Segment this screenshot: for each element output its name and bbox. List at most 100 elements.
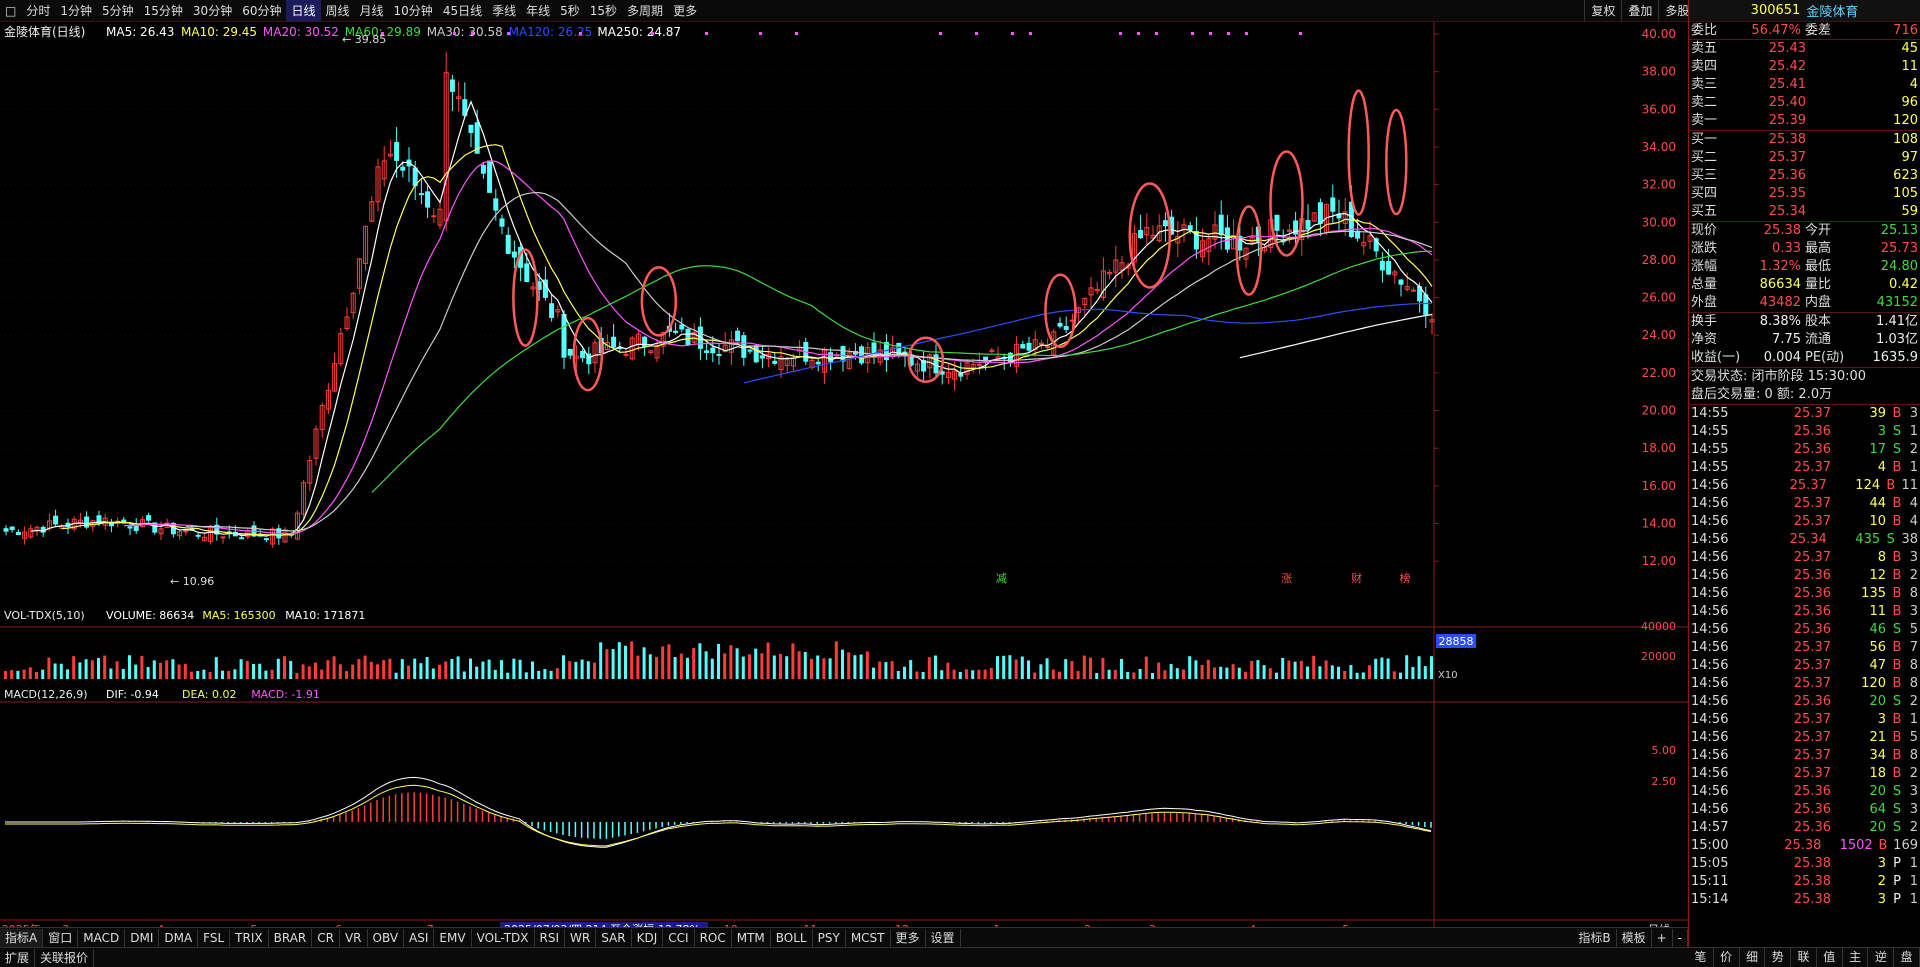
period-tab[interactable]: 更多 [668,0,702,21]
event-marker[interactable]: 榜 [1400,571,1411,585]
kline-chart[interactable]: 40.00 38.00 36.00 34.00 32.00 30.00 28.00 26.00… [0,22,1688,946]
indicator-tab[interactable]: VOL-TDX [472,928,535,947]
indicator-tab[interactable]: MACD [78,928,126,947]
tick-list[interactable]: 14:55 25.37 39 B 3 14:55 25.36 3 S 1 14:55 25.36 17 S… [1689,405,1920,909]
period-tab[interactable]: 月线 [355,0,389,21]
quote-tab[interactable]: 价 [1714,948,1740,967]
indicator-tab[interactable]: FSL [198,928,231,947]
period-tab[interactable]: 5分钟 [97,0,139,21]
indicator-tab[interactable]: KDJ [632,928,664,947]
tick-count: 8 [1909,658,1918,673]
indicator-tab[interactable]: BRAR [269,928,313,947]
quote-tab[interactable]: 主 [1843,948,1869,967]
indicator-tab[interactable]: DMI [125,928,160,947]
indicator-tab[interactable]: DMA [159,928,199,947]
indicator-tab[interactable]: RSI [535,928,566,947]
tick-price: 25.37 [1793,496,1831,511]
indicator-tab[interactable]: SAR [596,928,632,947]
tick-row: 14:56 25.36 20 S 3 [1689,783,1920,801]
tick-side: B [1892,604,1902,619]
volume-bar [1120,658,1123,679]
tick-price: 25.37 [1793,514,1831,529]
period-tab[interactable]: 30分钟 [188,0,237,21]
indicator-tab[interactable]: EMV [434,928,472,947]
toolbar-button[interactable]: 叠加 [1621,0,1658,21]
quote-tab[interactable]: 值 [1817,948,1843,967]
candle-body [685,328,691,346]
tick-side: P [1893,892,1901,907]
period-tab[interactable]: 多周期 [622,0,668,21]
indicator-tab[interactable]: 更多 [891,928,926,947]
candle-body [431,215,437,218]
tick-row: 14:56 25.37 34 B 8 [1689,747,1920,765]
period-tab[interactable]: 周线 [321,0,355,21]
indicator-tab-right[interactable]: 模板 [1617,928,1652,947]
event-marker[interactable]: 减 [996,572,1007,585]
indicator-tab[interactable]: CR [312,928,340,947]
quote-tab[interactable]: 联 [1791,948,1817,967]
candle-body [499,218,505,227]
period-tab[interactable]: 1分钟 [55,0,97,21]
stat-value: 0.42 [1889,277,1918,292]
indicator-tab-right[interactable]: - [1673,928,1688,947]
indicator-tab[interactable]: VR [340,928,368,947]
volume-bar [1169,664,1173,679]
indicator-tab[interactable]: ROC [695,928,732,947]
event-marker[interactable]: 财 [1351,571,1362,585]
period-tab[interactable]: 45日线 [438,0,487,21]
indicator-tab[interactable]: BOLL [771,928,813,947]
volume-bar [196,671,200,679]
indicator-tab[interactable]: ASI [404,928,435,947]
indicator-tab-right[interactable]: + [1652,928,1673,947]
volume-bar [791,643,795,679]
extension-tab[interactable]: 扩展 [0,948,36,967]
indicator-tab[interactable]: PSY [813,928,846,947]
indicator-tab-right[interactable]: 指标B [1573,928,1617,947]
tick-row: 14:56 25.36 20 S 2 [1689,693,1920,711]
period-tab[interactable]: 10分钟 [389,0,438,21]
chart-title: 金陵体育(日线) [4,24,85,39]
volume-bar [345,671,348,679]
candle-body [53,515,59,525]
tick-price: 25.36 [1793,568,1831,583]
volume-bar [84,659,88,679]
tick-volume: 435 [1855,532,1881,547]
indicator-tab[interactable]: MTM [732,928,771,947]
period-tab[interactable]: 5秒 [555,0,585,21]
period-tab[interactable]: 季线 [487,0,521,21]
tick-time: 14:56 [1691,550,1729,565]
volume-bar [717,644,720,679]
indicator-tab[interactable]: OBV [368,928,405,947]
volume-bar [462,671,466,679]
indicator-tab[interactable]: 窗口 [43,928,79,947]
volume-bar [977,669,981,679]
volume-bar [1051,669,1055,679]
volume-bar [134,664,138,679]
period-tab[interactable]: 分时 [21,0,55,21]
menu-icon[interactable]: □ [0,0,21,21]
event-marker[interactable]: 涨 [1281,572,1292,585]
period-tab[interactable]: 60分钟 [237,0,286,21]
quote-tab[interactable]: 笔 [1688,948,1714,967]
stat-label: 涨跌 [1691,241,1718,256]
quote-tab[interactable]: 势 [1765,948,1792,967]
tick-volume: 10 [1869,514,1886,529]
indicator-tab[interactable]: WR [565,928,597,947]
toolbar-button[interactable]: 复权 [1584,0,1621,21]
indicator-tab[interactable]: CCI [663,928,695,947]
extension-tab[interactable]: 关联报价 [35,948,95,967]
indicator-tab[interactable]: MCST [846,928,891,947]
indicator-tab[interactable]: 设置 [926,928,961,947]
indicator-tab[interactable]: TRIX [230,928,269,947]
period-tab[interactable]: 年线 [521,0,555,21]
indicator-tab[interactable]: 指标A [0,928,44,947]
quote-tab[interactable]: 盘 [1894,948,1920,967]
quote-tab[interactable]: 逆 [1868,948,1895,967]
candle-body [1423,294,1429,315]
period-tab[interactable]: 15分钟 [139,0,188,21]
period-tab[interactable]: 日线 [286,0,321,21]
quote-tab[interactable]: 细 [1740,948,1766,967]
period-tab[interactable]: 15秒 [585,0,622,21]
macd-value: MACD: -1.91 [251,688,320,701]
price-tick-label: 28.00 [1642,253,1676,267]
